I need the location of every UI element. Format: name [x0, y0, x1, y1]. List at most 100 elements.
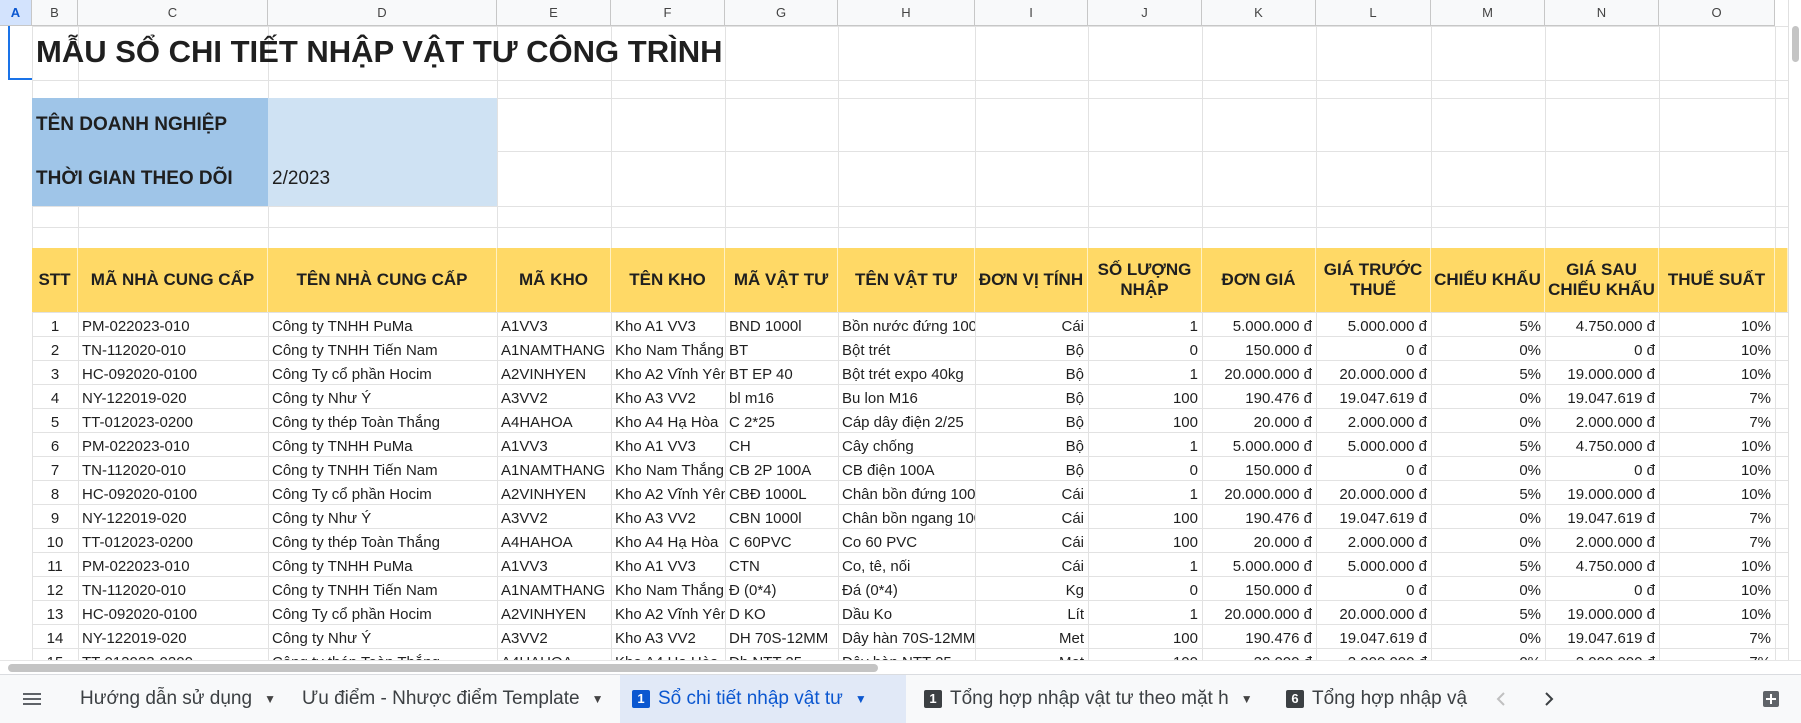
table-cell[interactable]: TT-012023-0200	[78, 528, 268, 552]
table-cell[interactable]: 5%	[1431, 600, 1545, 624]
table-cell[interactable]: Bồn nước đứng 1000l	[838, 312, 975, 336]
table-cell[interactable]: NY-122019-020	[78, 504, 268, 528]
table-cell[interactable]: TN-112020-010	[78, 336, 268, 360]
table-cell[interactable]: Lít	[975, 600, 1088, 624]
table-cell[interactable]: C 60PVC	[725, 528, 838, 552]
caret-down-icon[interactable]: ▼	[855, 692, 867, 706]
table-cell[interactable]: 10%	[1659, 360, 1775, 384]
column-header-f[interactable]: F	[611, 0, 725, 26]
table-cell[interactable]: 7%	[1659, 648, 1775, 660]
column-header-g[interactable]: G	[725, 0, 838, 26]
table-cell[interactable]: Kho A4 Hạ Hòa	[611, 648, 725, 660]
table-cell[interactable]: Kho A3 VV2	[611, 384, 725, 408]
table-cell[interactable]: 19.047.619 đ	[1316, 624, 1431, 648]
table-cell[interactable]: Co 60 PVC	[838, 528, 975, 552]
table-cell[interactable]: 20.000.000 đ	[1202, 480, 1316, 504]
table-cell[interactable]: 20.000.000 đ	[1316, 360, 1431, 384]
table-cell[interactable]: Bộ	[975, 360, 1088, 384]
table-cell[interactable]: A3VV2	[497, 624, 611, 648]
table-cell[interactable]: 7%	[1659, 408, 1775, 432]
table-cell[interactable]: TN-112020-010	[78, 456, 268, 480]
table-cell[interactable]: BT EP 40	[725, 360, 838, 384]
table-cell[interactable]: NY-122019-020	[78, 384, 268, 408]
table-cell[interactable]: Công ty thép Toàn Thắng	[268, 528, 497, 552]
table-cell[interactable]: Đá (0*4)	[838, 576, 975, 600]
column-header-a[interactable]: A	[0, 0, 32, 26]
table-cell[interactable]: BT	[725, 336, 838, 360]
table-cell[interactable]: C 2*25	[725, 408, 838, 432]
table-cell[interactable]: Công ty Như Ý	[268, 624, 497, 648]
table-cell[interactable]: 0%	[1431, 336, 1545, 360]
table-cell[interactable]: 100	[1088, 384, 1202, 408]
table-cell[interactable]: Công ty thép Toàn Thắng	[268, 648, 497, 660]
table-cell[interactable]: Met	[975, 624, 1088, 648]
column-header-k[interactable]: K	[1202, 0, 1316, 26]
table-cell[interactable]: Cái	[975, 552, 1088, 576]
table-cell[interactable]: 5.000.000 đ	[1202, 432, 1316, 456]
table-cell[interactable]: Dây hàn 70S-12MM	[838, 624, 975, 648]
caret-down-icon[interactable]: ▼	[592, 692, 604, 706]
table-cell[interactable]: 10%	[1659, 552, 1775, 576]
table-cell[interactable]: 0%	[1431, 504, 1545, 528]
table-cell[interactable]: 2.000.000 đ	[1316, 408, 1431, 432]
table-cell[interactable]: Bu lon M16	[838, 384, 975, 408]
table-cell[interactable]: TT-012023-0200	[78, 648, 268, 660]
table-cell[interactable]: Chân bồn ngang 1000l	[838, 504, 975, 528]
table-cell[interactable]: 1	[1088, 600, 1202, 624]
table-cell[interactable]: 150.000 đ	[1202, 576, 1316, 600]
table-cell[interactable]: Kho A2 Vĩnh Yên	[611, 480, 725, 504]
table-cell[interactable]: 10	[32, 528, 78, 552]
table-cell[interactable]: 0 đ	[1545, 456, 1659, 480]
table-cell[interactable]: 0%	[1431, 528, 1545, 552]
table-cell[interactable]: 5.000.000 đ	[1202, 312, 1316, 336]
table-cell[interactable]: A1VV3	[497, 312, 611, 336]
table-cell[interactable]: Met	[975, 648, 1088, 660]
table-cell[interactable]: Công ty thép Toàn Thắng	[268, 408, 497, 432]
table-cell[interactable]: 5.000.000 đ	[1202, 552, 1316, 576]
table-cell[interactable]: HC-092020-0100	[78, 360, 268, 384]
table-cell[interactable]: 0 đ	[1316, 576, 1431, 600]
table-cell[interactable]: 4	[32, 384, 78, 408]
table-cell[interactable]: TN-112020-010	[78, 576, 268, 600]
table-cell[interactable]: CBN 1000l	[725, 504, 838, 528]
table-cell[interactable]: Kho A4 Hạ Hòa	[611, 408, 725, 432]
table-cell[interactable]: 7%	[1659, 504, 1775, 528]
table-cell[interactable]: DH 70S-12MM	[725, 624, 838, 648]
table-cell[interactable]: 0 đ	[1545, 576, 1659, 600]
sheet-tab[interactable]: 6 Tổng hợp nhập vậ	[1274, 675, 1474, 723]
table-cell[interactable]: 0	[1088, 456, 1202, 480]
table-cell[interactable]: Bộ	[975, 456, 1088, 480]
table-cell[interactable]: Dây hàn NTT 25	[838, 648, 975, 660]
table-cell[interactable]: HC-092020-0100	[78, 480, 268, 504]
table-cell[interactable]: A4HAHOA	[497, 408, 611, 432]
table-cell[interactable]: A1VV3	[497, 432, 611, 456]
column-header-b[interactable]: B	[32, 0, 78, 26]
table-cell[interactable]: 100	[1088, 528, 1202, 552]
table-cell[interactable]: 10%	[1659, 480, 1775, 504]
table-cell[interactable]: A2VINHYEN	[497, 480, 611, 504]
table-cell[interactable]: 19.047.619 đ	[1545, 384, 1659, 408]
table-cell[interactable]: 7%	[1659, 528, 1775, 552]
table-cell[interactable]: 3	[32, 360, 78, 384]
table-cell[interactable]: PM-022023-010	[78, 432, 268, 456]
table-cell[interactable]: 10%	[1659, 336, 1775, 360]
table-cell[interactable]: Công ty TNHH PuMa	[268, 432, 497, 456]
table-cell[interactable]: Kho A1 VV3	[611, 312, 725, 336]
table-cell[interactable]: 11	[32, 552, 78, 576]
table-cell[interactable]: 0%	[1431, 576, 1545, 600]
table-cell[interactable]: 5%	[1431, 552, 1545, 576]
table-cell[interactable]: Kho A3 VV2	[611, 504, 725, 528]
table-cell[interactable]: 20.000.000 đ	[1202, 360, 1316, 384]
table-cell[interactable]: 9	[32, 504, 78, 528]
table-cell[interactable]: 0%	[1431, 648, 1545, 660]
table-cell[interactable]: 0	[1088, 336, 1202, 360]
table-cell[interactable]: 0%	[1431, 456, 1545, 480]
table-cell[interactable]: 1	[1088, 480, 1202, 504]
period-value[interactable]: 2/2023	[268, 151, 497, 206]
vertical-scroll-thumb[interactable]	[1792, 26, 1799, 62]
table-cell[interactable]: Co, tê, nối	[838, 552, 975, 576]
column-header-n[interactable]: N	[1545, 0, 1659, 26]
table-cell[interactable]: 19.000.000 đ	[1545, 480, 1659, 504]
table-cell[interactable]: 100	[1088, 624, 1202, 648]
column-header-d[interactable]: D	[268, 0, 497, 26]
